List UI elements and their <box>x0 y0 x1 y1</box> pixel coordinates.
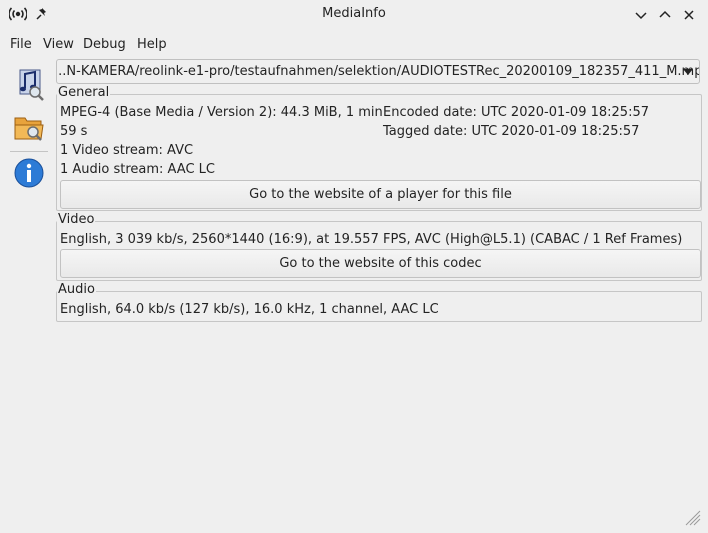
maximize-chevron-icon[interactable] <box>656 6 674 24</box>
minimize-chevron-icon[interactable] <box>632 6 650 24</box>
video-group: Video English, 3 039 kb/s, 2560*1440 (16… <box>56 212 702 281</box>
audio-title: Audio <box>57 282 96 297</box>
audio-group: Audio English, 64.0 kb/s (127 kb/s), 16.… <box>56 282 702 322</box>
audio-file-icon[interactable] <box>10 64 48 102</box>
player-website-button[interactable]: Go to the website of a player for this f… <box>60 180 701 209</box>
general-video-stream: 1 Video stream: AVC <box>60 143 194 158</box>
video-title: Video <box>57 212 96 227</box>
title-bar[interactable]: MediaInfo <box>0 0 708 30</box>
audio-details: English, 64.0 kb/s (127 kb/s), 16.0 kHz,… <box>60 302 439 317</box>
video-details: English, 3 039 kb/s, 2560*1440 (16:9), a… <box>60 232 683 247</box>
general-duration: 59 s <box>60 124 88 139</box>
folder-open-icon[interactable] <box>10 108 48 146</box>
encoded-date: Encoded date: UTC 2020-01-09 18:25:57 <box>383 105 649 120</box>
general-group: General MPEG-4 (Base Media / Version 2):… <box>56 85 702 211</box>
menu-file[interactable]: File <box>10 37 32 52</box>
menu-help[interactable]: Help <box>137 37 167 52</box>
chevron-down-icon[interactable] <box>683 69 693 75</box>
menu-view[interactable]: View <box>43 37 74 52</box>
menu-debug[interactable]: Debug <box>83 37 126 52</box>
general-format: MPEG-4 (Base Media / Version 2): 44.3 Mi… <box>60 105 383 120</box>
menu-bar: File View Debug Help <box>0 34 708 56</box>
resize-grip-icon[interactable] <box>682 507 702 527</box>
tagged-date: Tagged date: UTC 2020-01-09 18:25:57 <box>383 124 640 139</box>
codec-website-button[interactable]: Go to the website of this codec <box>60 249 701 278</box>
general-title: General <box>57 85 111 100</box>
close-icon[interactable] <box>680 6 698 24</box>
general-audio-stream: 1 Audio stream: AAC LC <box>60 162 216 177</box>
sidebar-separator <box>10 151 48 152</box>
window-title: MediaInfo <box>322 6 386 21</box>
file-selector-combobox[interactable]: ...N-KAMERA/reolink-e1-pro/testaufnahmen… <box>56 59 700 84</box>
file-path: ...N-KAMERA/reolink-e1-pro/testaufnahmen… <box>56 64 700 79</box>
info-icon[interactable] <box>10 154 48 192</box>
